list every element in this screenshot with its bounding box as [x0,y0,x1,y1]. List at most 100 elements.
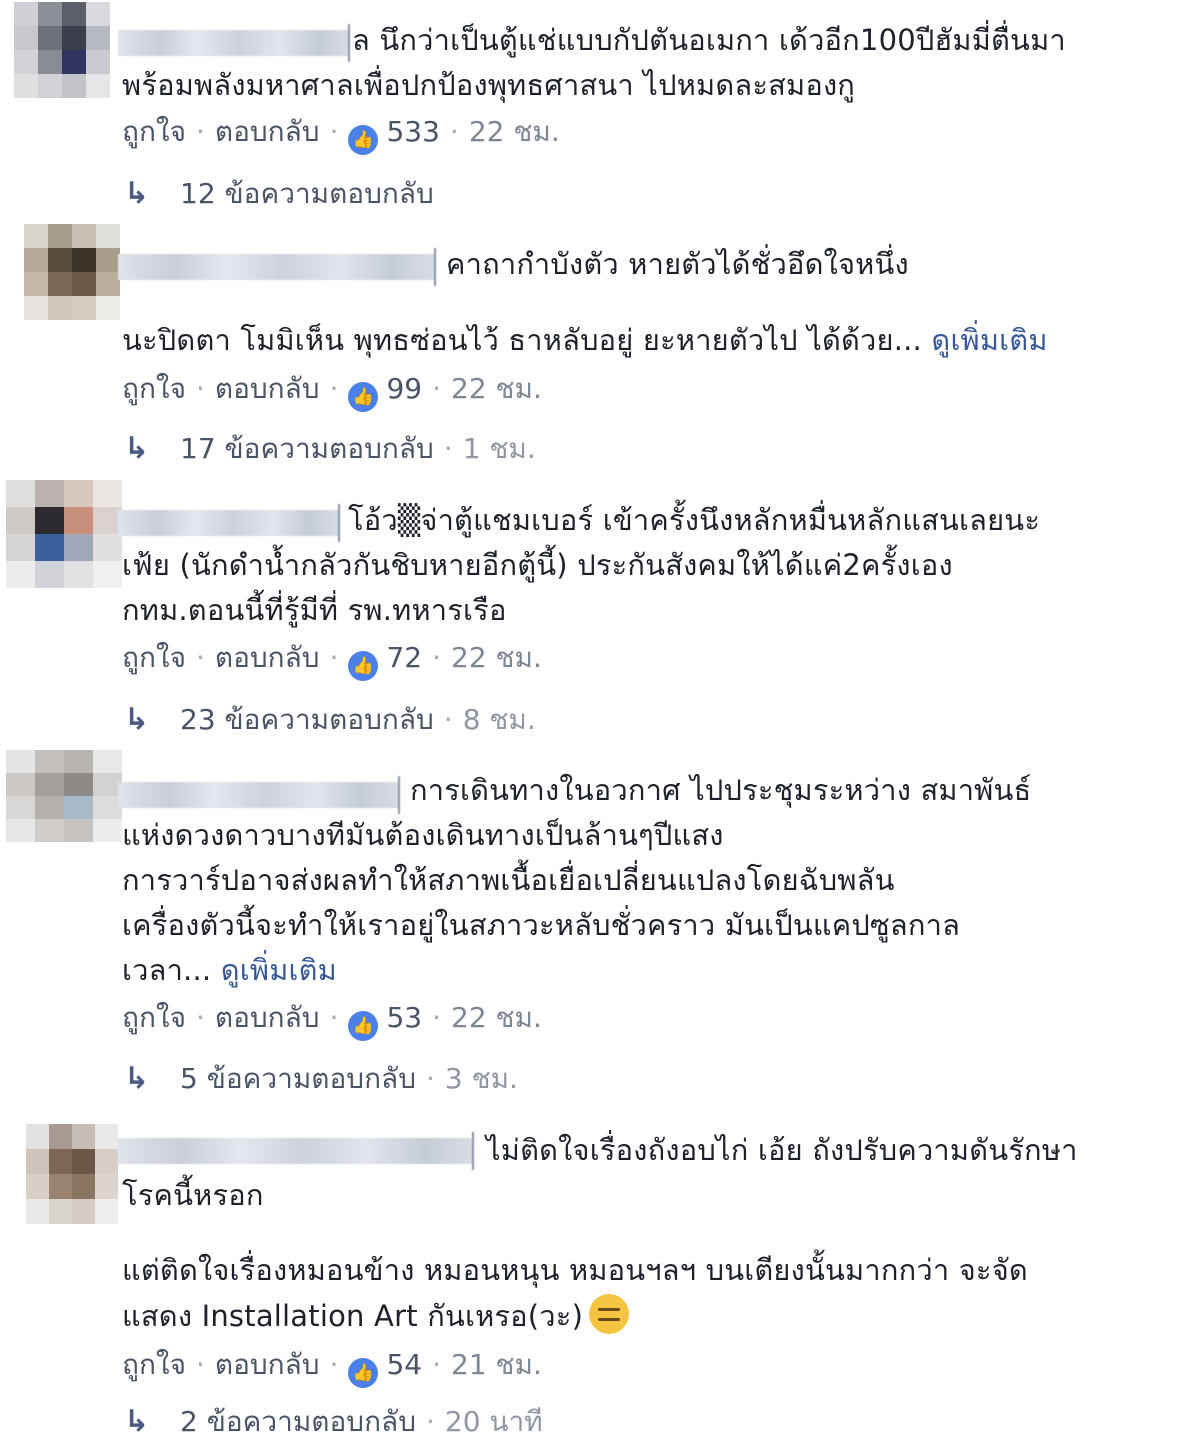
expressionless-face-icon [589,1294,630,1334]
reply-time: 8 ชม. [462,703,536,736]
comment-actions: ถูกใจ · ตอบกลับ · 👍 72 · 22 ชม. [122,638,542,681]
comment-text-line: แห่งดวงดาวบางทีมันต้องเดินทางเป็นล้านๆปี… [122,818,724,852]
like-count[interactable]: 533 [386,115,439,148]
avatar[interactable] [6,480,122,588]
replies-count: 5 ข้อความตอบกลับ [180,1062,416,1095]
separator: · [432,372,442,405]
like-reaction-icon[interactable]: 👍 [348,1358,379,1388]
like-reaction-icon[interactable]: 👍 [348,382,379,412]
comment-text-line: คาถากำบังตัว หายตัวได้ชั่วอึดใจหนึ่ง [446,247,909,281]
separator: · [195,1001,205,1034]
comment-text-line: พร้อมพลังมหาศาลเพื่อปกป้องพุทธศาสนา ไปหม… [122,68,856,102]
like-reaction-icon[interactable]: 👍 [348,651,379,681]
separator: · [329,1348,339,1381]
commenter-name[interactable] [118,504,340,542]
view-replies-link[interactable]: ↳ 12 ข้อความตอบกลับ [124,174,434,214]
like-reaction-icon[interactable]: 👍 [348,125,379,155]
separator: · [432,1348,442,1381]
comment-text-line: การวาร์ปอาจส่งผลทำให้สภาพเนื้อเยื่อเปลี่… [122,863,895,897]
view-replies-link[interactable]: ↳ 17 ข้อความตอบกลับ · 1 ชม. [124,429,536,469]
avatar[interactable] [6,750,122,842]
like-link[interactable]: ถูกใจ [122,372,186,405]
comment-text-line: แสดง Installation Art กันเหรอ(วะ) [122,1294,630,1338]
comment-text-line: เฟ้ย (นักดำน้ำกลัวกันชิบหายอีกตู้นี้) ปร… [122,548,953,582]
comment-text: นะปิดตา โมมิเห็น พุทธซ่อนไว้ ธาหลับอยู่ … [122,323,922,357]
comment-text-line: เวลา... ดูเพิ่มเติม [122,948,337,992]
comment-text-line: การเดินทางในอวกาศ ไปประชุมระหว่าง สมาพัน… [410,773,1032,807]
separator: · [329,641,339,674]
reply-link[interactable]: ตอบกลับ [215,1348,320,1381]
replies-count: 17 ข้อความตอบกลับ [180,432,434,465]
reply-arrow-icon: ↳ [124,1404,150,1439]
reply-link[interactable]: ตอบกลับ [215,115,320,148]
view-replies-link[interactable]: ↳ 5 ข้อความตอบกลับ · 3 ชม. [124,1059,518,1099]
comment-text-line: ล นึกว่าเป็นตู้แช่แบบกัปตันอเมกา เด้วอีก… [352,23,1066,57]
reply-time: 20 นาที [444,1405,543,1438]
comment-text-line: นะปิดตา โมมิเห็น พุทธซ่อนไว้ ธาหลับอยู่ … [122,318,1048,362]
comment-text-line: แต่ติดใจเรื่องหมอนข้าง หมอนหนุน หมอนฯลฯ … [122,1253,1028,1287]
reply-link[interactable]: ตอบกลับ [215,641,320,674]
see-more-link[interactable]: ดูเพิ่มเติม [931,323,1047,357]
separator: · [329,115,339,148]
separator: · [425,1062,435,1095]
avatar[interactable] [26,1124,118,1224]
avatar[interactable] [24,224,120,320]
replies-count: 23 ข้อความตอบกลับ [180,703,434,736]
separator: · [443,432,453,465]
view-replies-link[interactable]: ↳ 2 ข้อความตอบกลับ · 20 นาที [124,1402,543,1442]
like-link[interactable]: ถูกใจ [122,1001,186,1034]
like-link[interactable]: ถูกใจ [122,1348,186,1381]
comment-time[interactable]: 21 ชม. [451,1348,542,1381]
comment-actions: ถูกใจ · ตอบกลับ · 👍 53 · 22 ชม. [122,998,542,1041]
separator: · [195,641,205,674]
like-reaction-icon[interactable]: 👍 [348,1011,379,1041]
avatar[interactable] [14,2,110,98]
like-count[interactable]: 99 [386,372,422,405]
comment-time[interactable]: 22 ชม. [469,115,560,148]
like-count[interactable]: 72 [386,641,422,674]
replies-count: 12 ข้อความตอบกลับ [180,177,434,210]
separator: · [195,1348,205,1381]
comment-text: แสดง Installation Art กันเหรอ(วะ) [122,1299,584,1333]
replies-count: 2 ข้อความตอบกลับ [180,1405,416,1438]
comment-text-line: กทม.ตอนนี้ที่รู้มีที่ รพ.ทหารเรือ [122,593,507,627]
commenter-name[interactable] [118,248,436,286]
separator: · [329,1001,339,1034]
reply-arrow-icon: ↳ [124,1061,150,1096]
comment-actions: ถูกใจ · ตอบกลับ · 👍 54 · 21 ชม. [122,1345,542,1388]
comment-text-line: โรคนี้หรอก [122,1178,264,1212]
comment-time[interactable]: 22 ชม. [451,641,542,674]
reply-time: 3 ชม. [444,1062,518,1095]
comment-text-line: โอ้ว▒จ่าตู้แชมเบอร์ เข้าครั้งนึงหลักหมื่… [348,503,1041,537]
commenter-name[interactable] [118,1132,474,1170]
reply-arrow-icon: ↳ [124,176,150,211]
separator: · [195,115,205,148]
comment-time[interactable]: 22 ชม. [451,1001,542,1034]
separator: · [329,372,339,405]
commenter-name[interactable] [118,24,350,62]
commenter-name[interactable] [118,776,400,814]
see-more-link[interactable]: ดูเพิ่มเติม [221,953,337,987]
separator: · [425,1405,435,1438]
separator: · [195,372,205,405]
reply-arrow-icon: ↳ [124,431,150,466]
separator: · [449,115,459,148]
like-count[interactable]: 53 [386,1001,422,1034]
reply-link[interactable]: ตอบกลับ [215,372,320,405]
like-link[interactable]: ถูกใจ [122,641,186,674]
comment-time[interactable]: 22 ชม. [451,372,542,405]
separator: · [432,1001,442,1034]
comment-text: เวลา... [122,953,212,987]
comment-actions: ถูกใจ · ตอบกลับ · 👍 533 · 22 ชม. [122,112,560,155]
reply-arrow-icon: ↳ [124,702,150,737]
comment-text-line: เครื่องตัวนี้จะทำให้เราอยู่ในสภาวะหลับชั… [122,908,961,942]
like-link[interactable]: ถูกใจ [122,115,186,148]
comment-text-line: ไม่ติดใจเรื่องถังอบไก่ เอ้ย ถังปรับความด… [486,1133,1078,1167]
like-count[interactable]: 54 [386,1348,422,1381]
view-replies-link[interactable]: ↳ 23 ข้อความตอบกลับ · 8 ชม. [124,700,536,740]
comment-actions: ถูกใจ · ตอบกลับ · 👍 99 · 22 ชม. [122,369,542,412]
separator: · [432,641,442,674]
reply-time: 1 ชม. [462,432,536,465]
reply-link[interactable]: ตอบกลับ [215,1001,320,1034]
separator: · [443,703,453,736]
